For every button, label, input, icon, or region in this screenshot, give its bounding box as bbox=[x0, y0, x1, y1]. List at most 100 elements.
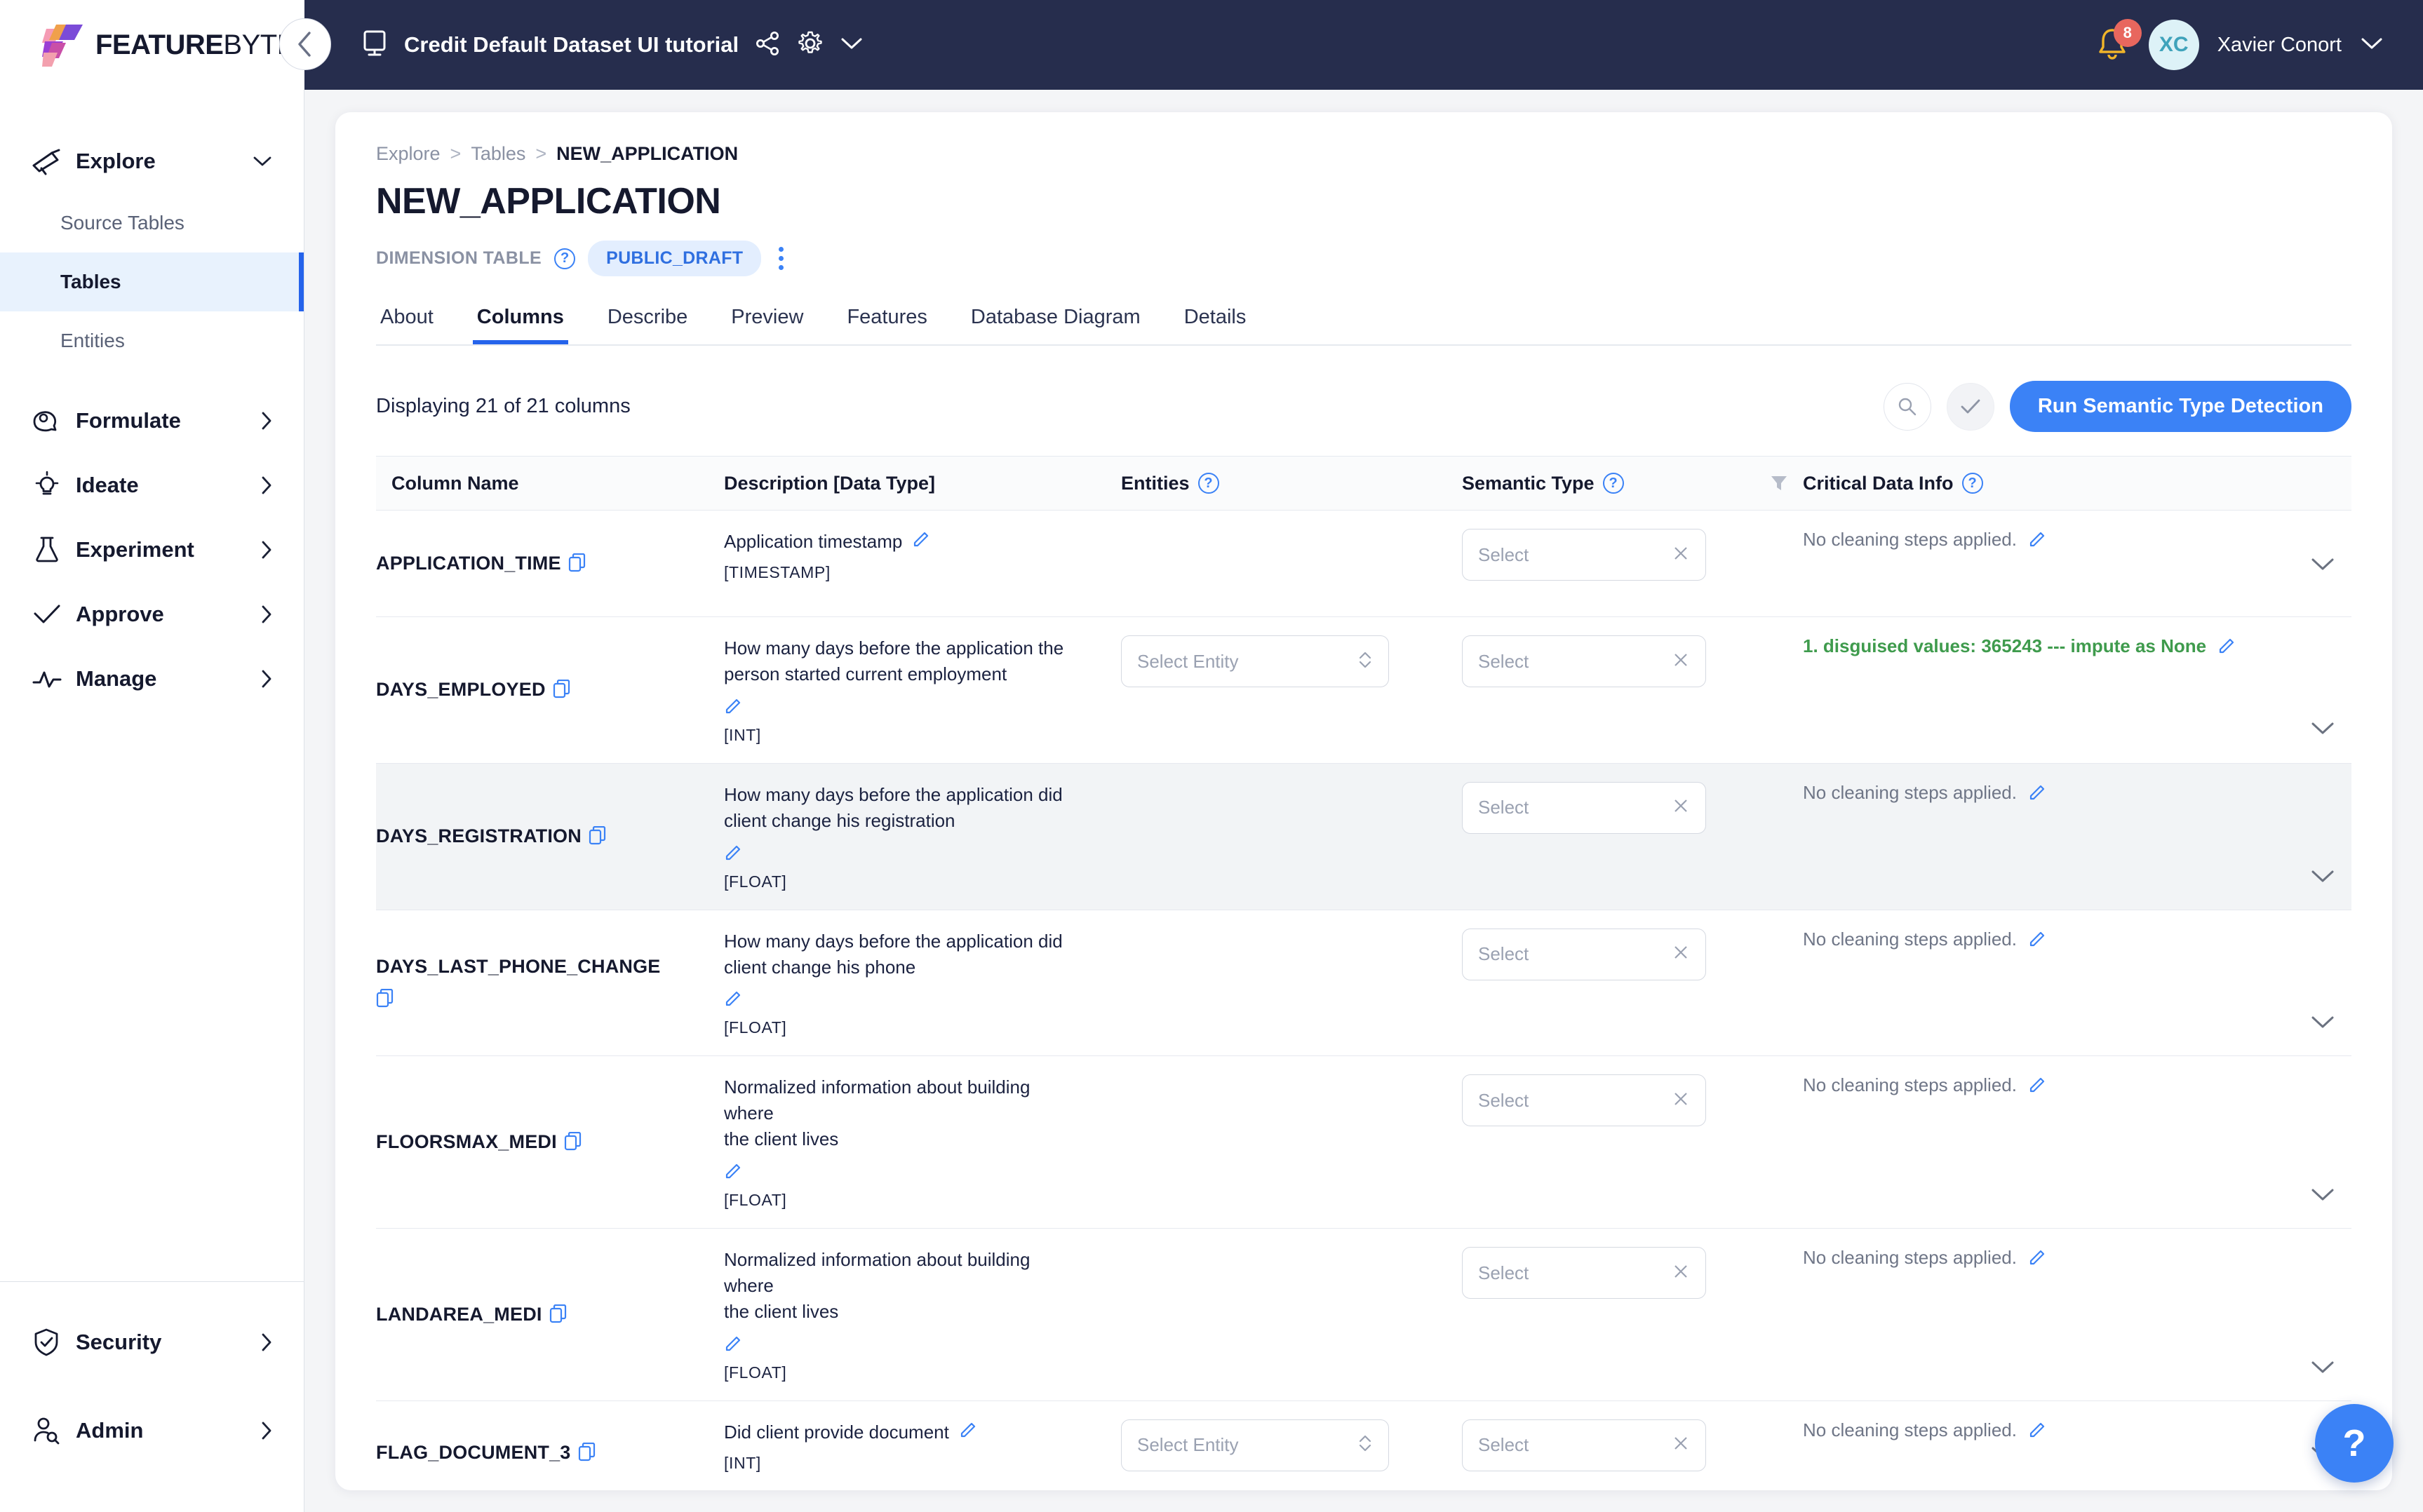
help-icon[interactable]: ? bbox=[1961, 473, 1983, 494]
copy-icon[interactable] bbox=[376, 989, 661, 1012]
share-icon[interactable] bbox=[754, 30, 781, 60]
sidebar-item-tables[interactable]: Tables bbox=[0, 252, 304, 311]
sidebar-group-admin[interactable]: Admin bbox=[0, 1398, 304, 1463]
semantic-type-select[interactable]: Select bbox=[1462, 928, 1706, 980]
row-expand-button[interactable] bbox=[2294, 617, 2351, 763]
table-row[interactable]: FLAG_DOCUMENT_3 Did client provide docum… bbox=[376, 1401, 2351, 1490]
clear-icon[interactable] bbox=[1672, 1434, 1690, 1456]
semantic-type-select[interactable]: Select bbox=[1462, 1419, 1706, 1471]
semantic-type-select[interactable]: Select bbox=[1462, 1247, 1706, 1300]
edit-critical-data-info-icon[interactable] bbox=[2028, 1074, 2046, 1096]
sidebar-item-label: Tables bbox=[60, 271, 121, 292]
confirm-button[interactable] bbox=[1946, 382, 1994, 431]
table-row[interactable]: DAYS_EMPLOYED How many days before the a… bbox=[376, 617, 2351, 764]
sidebar-group-explore[interactable]: Explore bbox=[0, 129, 304, 194]
tab-describe[interactable]: Describe bbox=[603, 306, 692, 344]
sidebar-group-security[interactable]: Security bbox=[0, 1310, 304, 1375]
sidebar-group-manage[interactable]: Manage bbox=[0, 647, 304, 711]
edit-critical-data-info-icon[interactable] bbox=[2217, 635, 2236, 657]
clear-icon[interactable] bbox=[1672, 544, 1690, 566]
help-icon[interactable]: ? bbox=[554, 248, 576, 269]
edit-description-icon[interactable] bbox=[724, 988, 1063, 1010]
tab-preview[interactable]: Preview bbox=[727, 306, 807, 344]
search-button[interactable] bbox=[1883, 382, 1931, 431]
edit-critical-data-info-icon[interactable] bbox=[2028, 1247, 2046, 1269]
semantic-type-select[interactable]: Select bbox=[1462, 1074, 1706, 1127]
clear-icon[interactable] bbox=[1672, 1090, 1690, 1112]
edit-description-icon[interactable] bbox=[724, 1161, 1082, 1182]
pulse-icon bbox=[31, 667, 67, 691]
table-row[interactable]: FLOORSMAX_MEDI Normalized information ab… bbox=[376, 1056, 2351, 1229]
edit-critical-data-info-icon[interactable] bbox=[2028, 782, 2046, 804]
run-semantic-type-detection-button[interactable]: Run Semantic Type Detection bbox=[2009, 381, 2351, 432]
edit-critical-data-info-icon[interactable] bbox=[2028, 929, 2046, 950]
clear-icon[interactable] bbox=[1672, 943, 1690, 965]
help-icon[interactable]: ? bbox=[1602, 473, 1624, 494]
clear-icon[interactable] bbox=[1672, 651, 1690, 673]
sidebar-item-entities[interactable]: Entities bbox=[0, 311, 304, 370]
cell-critical-data-info: No cleaning steps applied. bbox=[1803, 1401, 2294, 1490]
column-count-text: Displaying 21 of 21 columns bbox=[376, 395, 631, 417]
more-options-icon[interactable] bbox=[774, 241, 788, 276]
copy-icon[interactable] bbox=[553, 680, 571, 703]
edit-description-icon[interactable] bbox=[724, 696, 1063, 717]
sidebar-item-source-tables[interactable]: Source Tables bbox=[0, 194, 304, 252]
entity-select[interactable]: Select Entity bbox=[1121, 1419, 1389, 1471]
notifications-button[interactable]: 8 bbox=[2094, 19, 2142, 65]
clear-icon[interactable] bbox=[1672, 797, 1690, 818]
sidebar-group-approve[interactable]: Approve bbox=[0, 582, 304, 647]
table-row[interactable]: APPLICATION_TIME Application timestamp [… bbox=[376, 511, 2351, 617]
copy-icon[interactable] bbox=[564, 1132, 582, 1155]
breadcrumb-explore[interactable]: Explore bbox=[376, 143, 441, 165]
tab-columns[interactable]: Columns bbox=[473, 306, 568, 344]
cell-description: Application timestamp [TIMESTAMP] bbox=[724, 511, 1121, 616]
table-row[interactable]: DAYS_LAST_PHONE_CHANGE How many days bef… bbox=[376, 910, 2351, 1057]
copy-icon[interactable] bbox=[568, 553, 586, 576]
copy-icon[interactable] bbox=[578, 1442, 596, 1466]
row-expand-button[interactable] bbox=[2294, 1229, 2351, 1400]
header-description: Description [Data Type] bbox=[724, 472, 936, 494]
clear-icon[interactable] bbox=[1672, 1262, 1690, 1284]
cell-description: Did client provide document [INT] bbox=[724, 1401, 1121, 1490]
workspace-chevron-down-icon[interactable] bbox=[840, 36, 864, 55]
entity-select[interactable]: Select Entity bbox=[1121, 635, 1389, 687]
edit-description-icon[interactable] bbox=[724, 1333, 1082, 1355]
copy-icon[interactable] bbox=[589, 826, 607, 849]
description-text: client change his phone bbox=[724, 956, 916, 978]
gear-icon[interactable] bbox=[796, 29, 824, 61]
semantic-type-select[interactable]: Select bbox=[1462, 635, 1706, 687]
sidebar-collapse-button[interactable] bbox=[279, 18, 331, 70]
edit-description-icon[interactable] bbox=[912, 529, 930, 551]
cell-filter-spacer bbox=[1755, 1056, 1803, 1228]
tab-database-diagram[interactable]: Database Diagram bbox=[967, 306, 1145, 344]
row-expand-button[interactable] bbox=[2294, 764, 2351, 910]
edit-description-icon[interactable] bbox=[724, 842, 1063, 864]
edit-critical-data-info-icon[interactable] bbox=[2028, 1419, 2046, 1441]
help-icon[interactable]: ? bbox=[1197, 473, 1219, 494]
data-type-text: [FLOAT] bbox=[724, 872, 787, 891]
sidebar-group-formulate[interactable]: Formulate bbox=[0, 389, 304, 453]
tab-features[interactable]: Features bbox=[843, 306, 931, 344]
semantic-type-filter-button[interactable] bbox=[1755, 473, 1803, 493]
tab-details[interactable]: Details bbox=[1180, 306, 1251, 344]
row-expand-button[interactable] bbox=[2294, 1056, 2351, 1228]
table-row[interactable]: LANDAREA_MEDI Normalized information abo… bbox=[376, 1229, 2351, 1401]
edit-critical-data-info-icon[interactable] bbox=[2028, 529, 2046, 551]
breadcrumb-tables[interactable]: Tables bbox=[471, 143, 525, 165]
sidebar-group-ideate[interactable]: Ideate bbox=[0, 453, 304, 518]
copy-icon[interactable] bbox=[549, 1304, 568, 1328]
sidebar-group-experiment[interactable]: Experiment bbox=[0, 518, 304, 582]
cell-description: Normalized information about building wh… bbox=[724, 1056, 1121, 1228]
edit-description-icon[interactable] bbox=[959, 1419, 977, 1441]
semantic-type-select[interactable]: Select bbox=[1462, 781, 1706, 834]
user-menu-chevron-down-icon[interactable] bbox=[2360, 36, 2384, 55]
brand-logo[interactable]: FEATUREBYTE bbox=[0, 0, 304, 90]
help-fab-button[interactable]: ? bbox=[2315, 1404, 2394, 1483]
status-badge[interactable]: PUBLIC_DRAFT bbox=[588, 241, 762, 276]
avatar[interactable]: XC bbox=[2148, 20, 2199, 70]
row-expand-button[interactable] bbox=[2294, 910, 2351, 1056]
semantic-type-select[interactable]: Select bbox=[1462, 529, 1706, 581]
tab-about[interactable]: About bbox=[376, 306, 438, 344]
table-row[interactable]: DAYS_REGISTRATION How many days before t… bbox=[376, 763, 2351, 910]
row-expand-button[interactable] bbox=[2294, 511, 2351, 616]
